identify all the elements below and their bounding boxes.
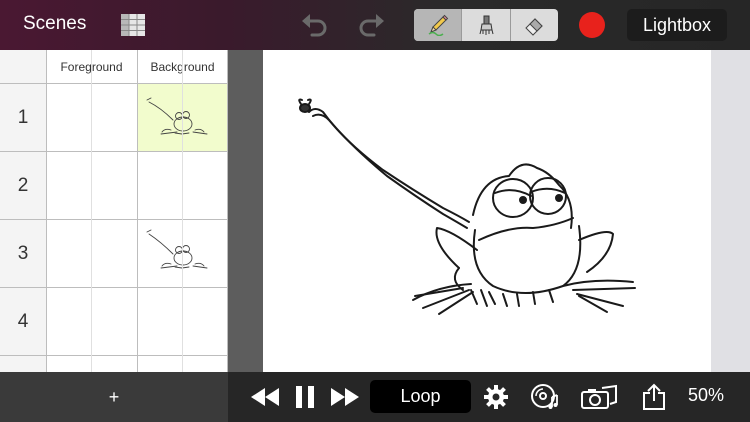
eraser-icon [525,18,544,36]
camera-import-icon[interactable] [580,384,618,410]
divider [46,50,47,372]
brush-icon [479,15,494,35]
pause-icon[interactable] [294,384,316,410]
undo-icon[interactable] [300,12,330,38]
zoom-level[interactable]: 50% [688,385,724,406]
stage-margin [711,50,750,372]
row-number-3[interactable]: 3 [0,220,46,288]
divider [182,50,183,372]
sheet-corner [0,50,46,84]
drawing-tools [414,9,558,41]
drawing-canvas[interactable] [263,50,711,372]
playback-bar: + Loop 50% [0,372,750,422]
rewind-icon[interactable] [250,384,280,410]
divider [137,50,138,372]
loop-button[interactable]: Loop [370,380,471,413]
frog-drawing [298,98,636,315]
stage-area [228,50,750,372]
row-number-4[interactable]: 4 [0,288,46,356]
pencil-icon [428,14,448,36]
fast-forward-icon[interactable] [330,384,360,410]
gear-icon[interactable] [483,384,509,410]
top-toolbar: Scenes Lightbox [0,0,750,50]
divider [91,50,92,372]
brush-tool-button[interactable] [462,9,511,41]
eraser-tool-button[interactable] [511,9,558,41]
lightbox-button[interactable]: Lightbox [627,9,727,41]
audio-disc-icon[interactable] [530,384,560,410]
exposure-sheet-icon[interactable] [121,14,145,36]
redo-icon[interactable] [356,12,386,38]
row-number-1[interactable]: 1 [0,84,46,152]
share-icon[interactable] [641,383,667,410]
exposure-sheet: Foreground Background 1 2 3 4 [0,50,228,372]
row-number-2[interactable]: 2 [0,152,46,220]
row-number-5[interactable] [0,356,46,372]
add-row-button[interactable]: + [0,372,228,422]
record-button[interactable] [579,12,605,38]
scenes-button[interactable]: Scenes [23,13,86,35]
pencil-tool-button[interactable] [414,9,463,41]
